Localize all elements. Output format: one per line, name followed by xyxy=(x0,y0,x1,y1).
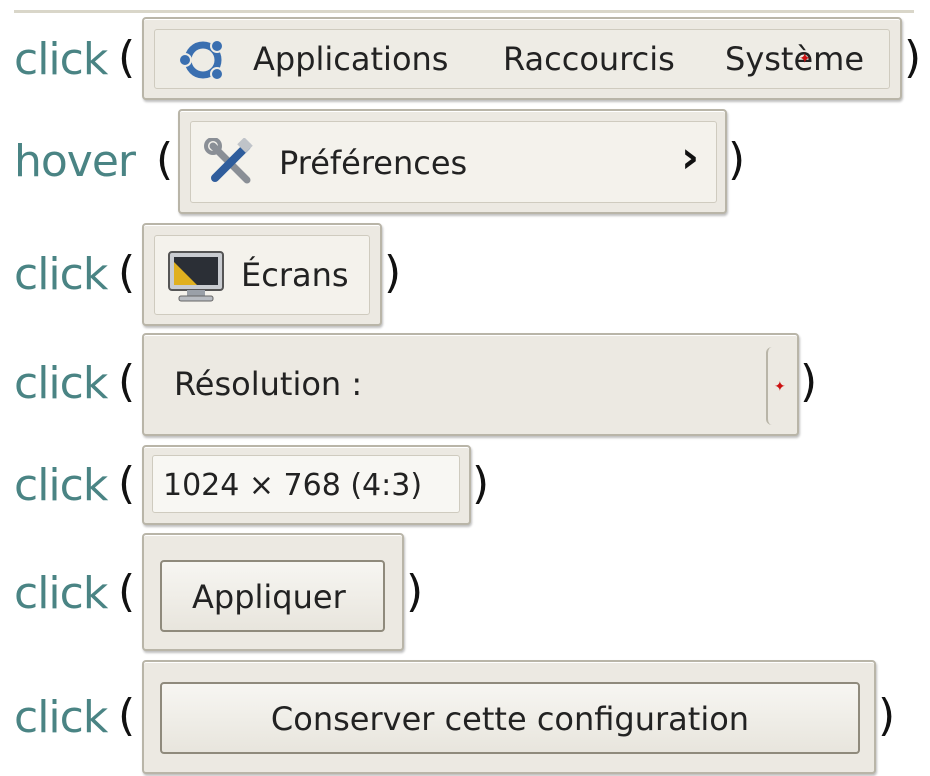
monitor-screens-icon xyxy=(167,250,225,304)
open-paren: ( xyxy=(156,134,174,185)
screens-menu-item[interactable]: Écrans xyxy=(154,235,370,315)
apply-button-screenshot: Appliquer xyxy=(142,533,404,651)
action-verb: hover xyxy=(14,136,136,187)
open-paren: ( xyxy=(118,566,136,617)
preferences-menu-screenshot: Préférences › xyxy=(178,109,727,214)
cursor-marker-icon: ✦ xyxy=(799,51,811,67)
action-verb: click xyxy=(14,568,108,619)
open-paren: ( xyxy=(118,356,136,407)
preferences-tools-icon xyxy=(203,137,257,188)
open-paren: ( xyxy=(118,458,136,509)
close-paren: ) xyxy=(406,566,424,617)
close-paren: ) xyxy=(728,134,746,185)
open-paren: ( xyxy=(118,690,136,741)
preferences-label: Préférences xyxy=(279,144,468,182)
screens-item-screenshot: Écrans xyxy=(142,223,382,326)
open-paren: ( xyxy=(118,247,136,298)
menu-applications[interactable]: Applications xyxy=(253,40,448,78)
resolution-option-screenshot: 1024 × 768 (4:3) xyxy=(142,445,471,525)
menu-raccourcis[interactable]: Raccourcis xyxy=(503,40,675,78)
open-paren: ( xyxy=(118,32,136,83)
close-paren: ) xyxy=(904,32,922,83)
ubuntu-logo-icon xyxy=(177,34,229,86)
menu-systeme[interactable]: Système xyxy=(725,40,864,78)
apply-button-label: Appliquer xyxy=(192,578,346,616)
action-verb: click xyxy=(14,460,108,511)
action-verb: click xyxy=(14,692,108,743)
menubar-screenshot: Applications Raccourcis Système ✦ xyxy=(142,17,902,100)
close-paren: ) xyxy=(384,247,402,298)
keep-configuration-label: Conserver cette configuration xyxy=(270,700,750,738)
preferences-menu-item[interactable]: Préférences › xyxy=(190,121,717,203)
combo-arrow-icon[interactable]: ✦ xyxy=(766,347,790,425)
action-verb: click xyxy=(14,34,108,85)
screens-label: Écrans xyxy=(241,256,349,294)
close-paren: ) xyxy=(878,690,896,741)
keep-configuration-button[interactable]: Conserver cette configuration xyxy=(160,682,860,754)
resolution-option-label: 1024 × 768 (4:3) xyxy=(163,468,423,503)
top-separator xyxy=(14,10,914,13)
close-paren: ) xyxy=(800,356,818,407)
resolution-label: Résolution : xyxy=(174,365,363,403)
apply-button[interactable]: Appliquer xyxy=(160,560,385,632)
menubar: Applications Raccourcis Système ✦ xyxy=(154,29,890,89)
action-verb: click xyxy=(14,249,108,300)
close-paren: ) xyxy=(472,458,490,509)
resolution-combo-screenshot: Résolution : ✦ xyxy=(142,333,799,436)
keep-config-screenshot: Conserver cette configuration xyxy=(142,660,876,774)
action-verb: click xyxy=(14,358,108,409)
submenu-arrow-icon: › xyxy=(681,132,700,183)
resolution-option[interactable]: 1024 × 768 (4:3) xyxy=(152,455,460,513)
